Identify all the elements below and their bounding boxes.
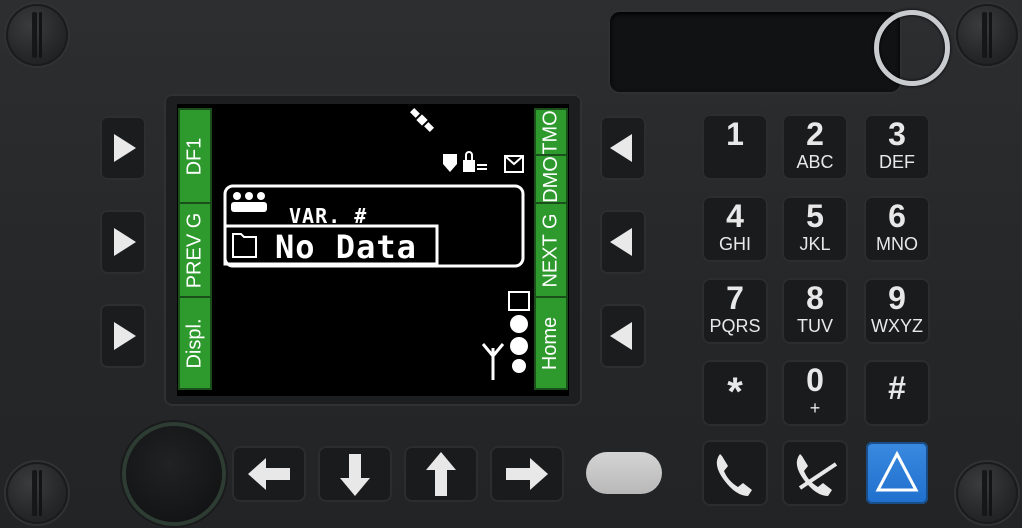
key-8[interactable]: 8 TUV <box>782 278 848 344</box>
down-arrow-button[interactable] <box>318 446 392 502</box>
key-star[interactable]: * <box>702 360 768 426</box>
antenna-icon <box>481 343 505 380</box>
key-9[interactable]: 9 WXYZ <box>864 278 930 344</box>
softkey-label-dmo: DMO <box>534 154 568 204</box>
shield-icon <box>443 154 457 172</box>
down-arrow-icon <box>340 454 370 496</box>
card-slot <box>610 12 900 92</box>
screen-message: No Data <box>275 228 417 266</box>
softkey-left-2-button[interactable] <box>100 210 146 274</box>
oval-button[interactable] <box>586 452 662 494</box>
softkey-label-next-g: NEXT G <box>534 202 568 298</box>
softkey-label-displ: Displ. <box>178 296 212 390</box>
folder-icon <box>232 233 257 258</box>
satellite-icon <box>409 107 435 133</box>
call-answer-button[interactable] <box>702 440 768 506</box>
screw-top-left <box>6 4 68 66</box>
key-hash[interactable]: # <box>864 360 930 426</box>
softkey-label-prev-g: PREV G <box>178 202 212 298</box>
key-2[interactable]: 2 ABC <box>782 114 848 180</box>
key-1[interactable]: 1 <box>702 114 768 180</box>
radio-panel: VAR. # No Data DF1 PREV G Displ. TMO DMO… <box>0 0 1022 528</box>
key-5[interactable]: 5 JKL <box>782 196 848 262</box>
softkey-label-df1: DF1 <box>178 108 212 204</box>
triangle-icon <box>875 450 919 492</box>
screen-header: VAR. # <box>289 204 368 228</box>
key-6[interactable]: 6 MNO <box>864 196 930 262</box>
softkey-label-home: Home <box>534 296 568 390</box>
group-icon <box>231 192 267 212</box>
softkey-right-2-button[interactable] <box>600 210 646 274</box>
left-arrow-icon <box>248 458 290 490</box>
triangle-button[interactable] <box>866 442 928 504</box>
key-0[interactable]: 0 + <box>782 360 848 426</box>
softkey-left-3-button[interactable] <box>100 304 146 368</box>
call-answer-icon <box>716 454 752 496</box>
call-end-icon <box>796 454 838 496</box>
display-screen: VAR. # No Data <box>177 104 569 396</box>
key-7[interactable]: 7 PQRS <box>702 278 768 344</box>
screw-bottom-left <box>6 462 68 524</box>
envelope-icon <box>504 155 524 173</box>
key-ring <box>874 10 950 86</box>
right-arrow-button[interactable] <box>490 446 564 502</box>
softkey-right-3-button[interactable] <box>600 304 646 368</box>
rotary-knob[interactable] <box>126 426 222 522</box>
softkey-right-1-button[interactable] <box>600 116 646 180</box>
key-4[interactable]: 4 GHI <box>702 196 768 262</box>
softkey-left-1-button[interactable] <box>100 116 146 180</box>
left-arrow-button[interactable] <box>232 446 306 502</box>
screw-bottom-right <box>956 462 1018 524</box>
softkey-label-tmo: TMO <box>534 108 568 156</box>
screw-top-right <box>956 4 1018 66</box>
up-arrow-icon <box>426 452 456 496</box>
right-arrow-icon <box>506 458 548 490</box>
up-arrow-button[interactable] <box>404 446 478 502</box>
key-3[interactable]: 3 DEF <box>864 114 930 180</box>
call-end-button[interactable] <box>782 440 848 506</box>
signal-bars-icon <box>510 315 528 373</box>
lock-icon <box>463 151 487 172</box>
